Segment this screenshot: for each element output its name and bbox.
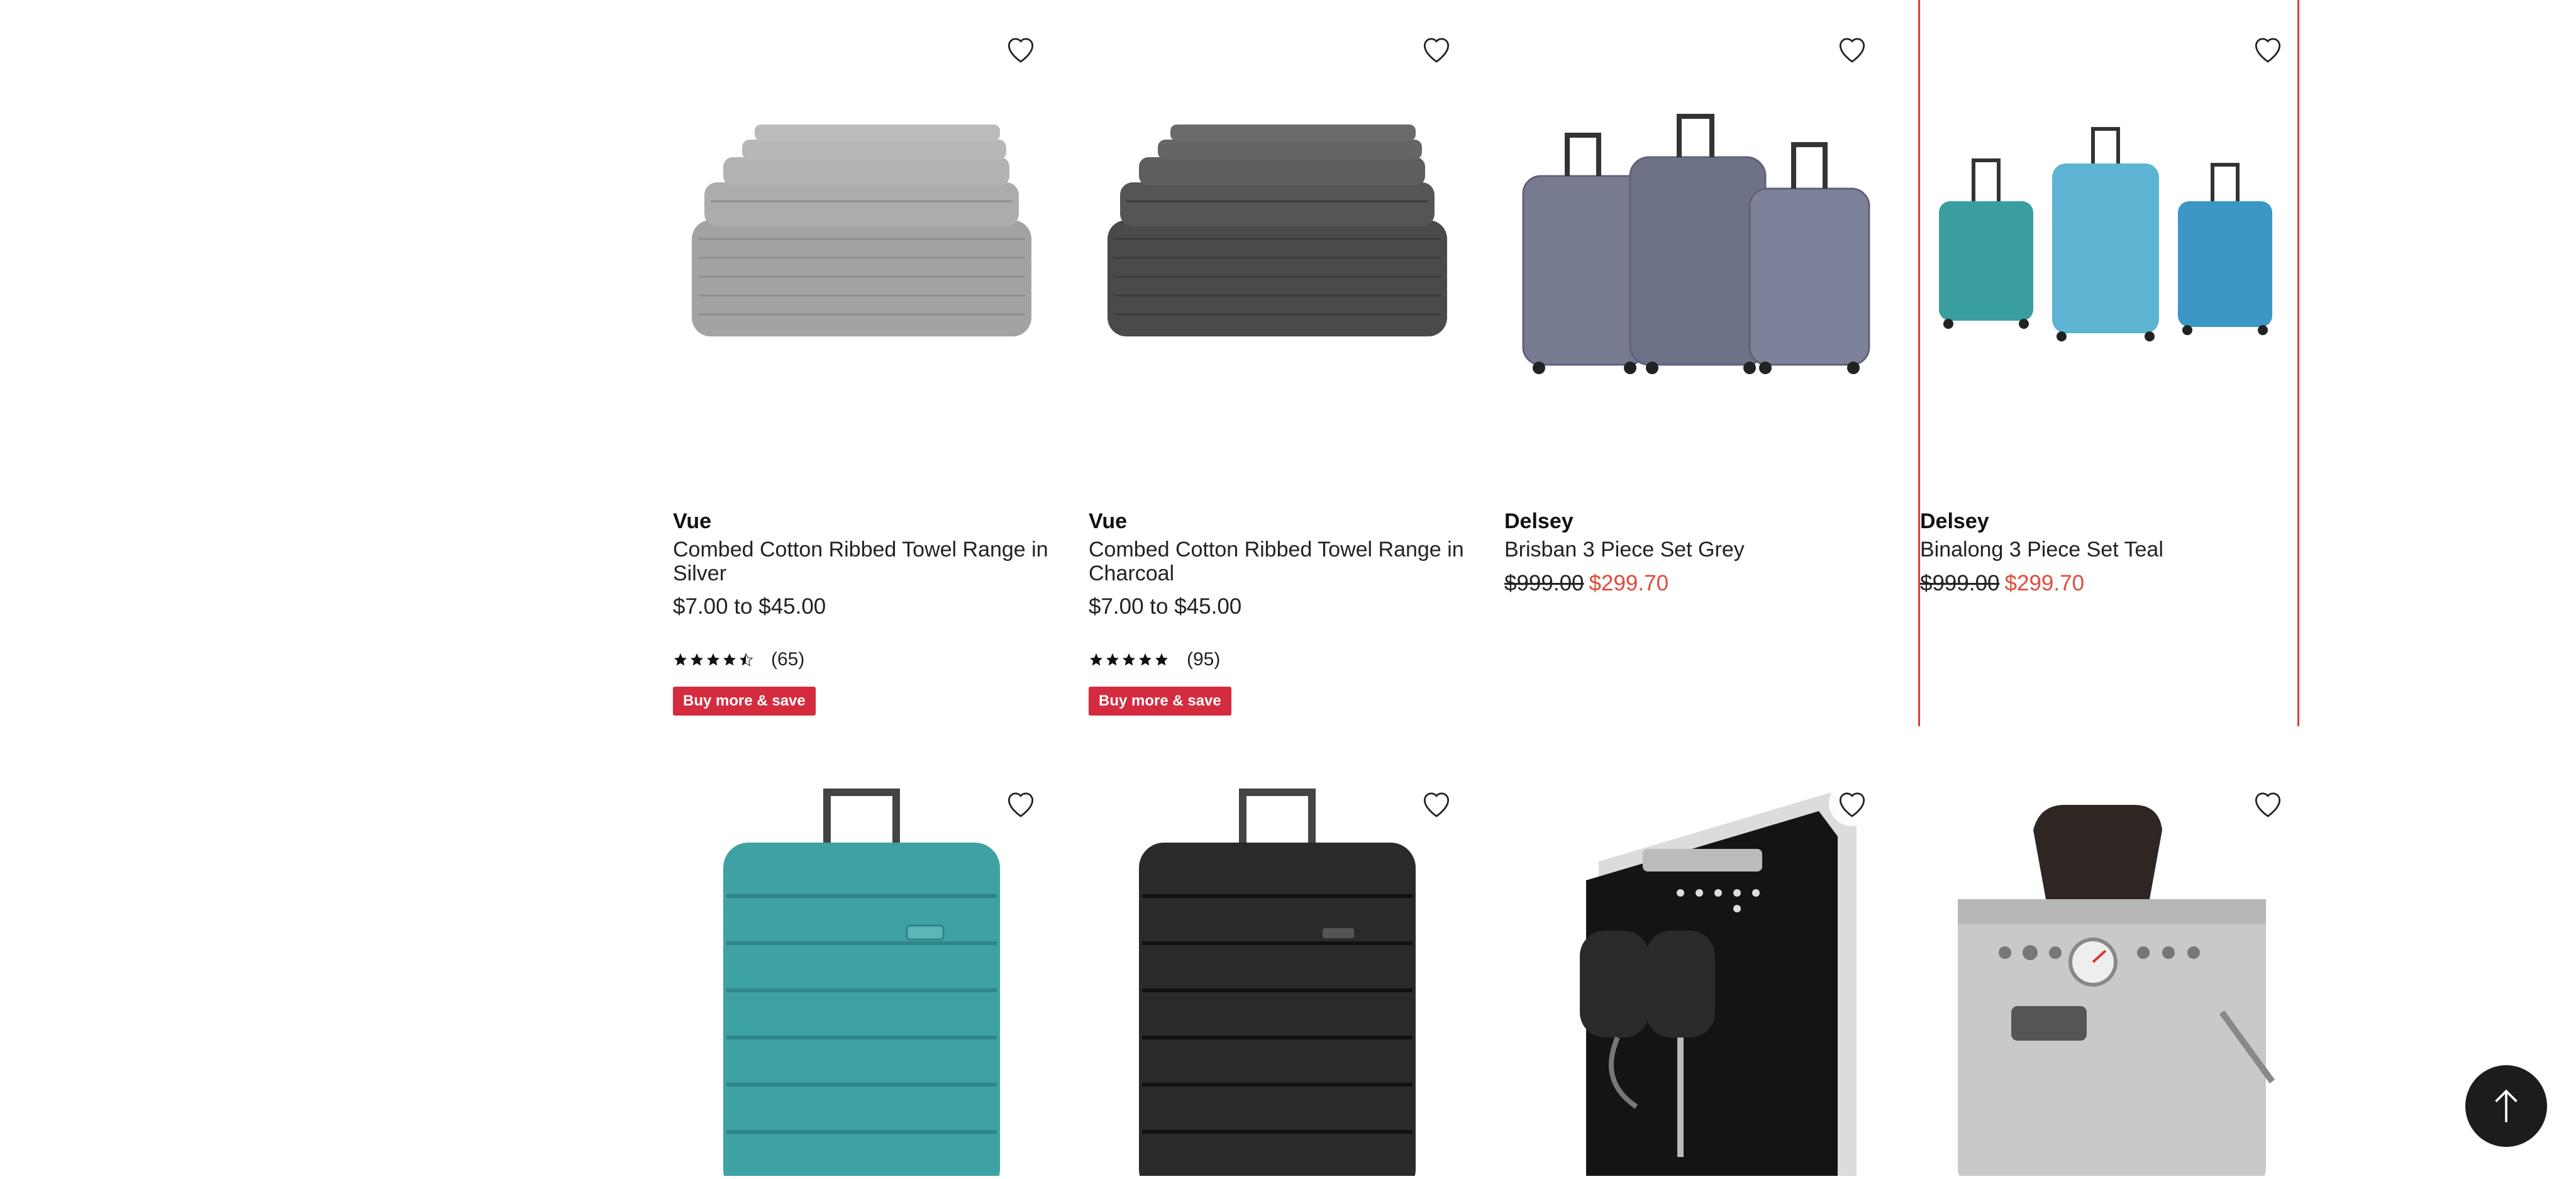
star-icon <box>723 653 736 666</box>
product-rating[interactable]: (95) <box>1089 649 1220 670</box>
product-card-black-suitcase[interactable] <box>1089 755 1466 1179</box>
rating-count: (95) <box>1187 649 1221 670</box>
star-icon <box>1106 653 1119 666</box>
promo-badge: Buy more & save <box>1089 687 1231 716</box>
product-image[interactable] <box>1504 0 1882 465</box>
original-price: $999.00 <box>1920 571 2000 595</box>
product-name[interactable]: Combed Cotton Ribbed Towel Range in Char… <box>1089 538 1466 585</box>
product-card-coffee-machine[interactable] <box>1504 755 1882 1179</box>
half-star-icon <box>740 653 753 667</box>
wishlist-heart-icon[interactable] <box>997 25 1044 72</box>
star-icon <box>691 653 703 666</box>
product-price: $7.00 to $45.00 <box>673 594 826 619</box>
star-icon <box>674 653 687 666</box>
product-name[interactable]: Combed Cotton Ribbed Towel Range in Silv… <box>673 538 1050 585</box>
sale-price: $299.70 <box>1589 571 1669 595</box>
wishlist-heart-icon[interactable] <box>2245 780 2291 826</box>
product-image[interactable] <box>1920 0 2297 465</box>
product-image[interactable] <box>1089 755 1466 1179</box>
product-card-vue-charcoal[interactable]: Vue Combed Cotton Ribbed Towel Range in … <box>1089 0 1466 726</box>
product-brand[interactable]: Vue <box>673 509 711 534</box>
wishlist-heart-icon[interactable] <box>1413 25 1460 72</box>
product-rating[interactable]: (65) <box>673 649 804 670</box>
product-price: $999.00 $299.70 <box>1504 571 1668 596</box>
star-icon <box>1123 653 1135 666</box>
product-image[interactable] <box>1089 0 1466 465</box>
promo-badge: Buy more & save <box>673 687 816 716</box>
product-name[interactable]: Brisban 3 Piece Set Grey <box>1504 538 1882 562</box>
star-icon <box>1090 653 1102 666</box>
sale-price: $299.70 <box>2004 571 2085 595</box>
product-brand[interactable]: Delsey <box>1504 509 1574 534</box>
wishlist-heart-icon[interactable] <box>1829 780 1875 826</box>
rating-count: (65) <box>771 649 805 670</box>
product-price: $7.00 to $45.00 <box>1089 594 1242 619</box>
star-icon <box>1139 653 1152 666</box>
wishlist-heart-icon[interactable] <box>1829 25 1875 72</box>
product-image[interactable] <box>673 0 1050 465</box>
product-brand[interactable]: Delsey <box>1920 509 1989 534</box>
rating-stars <box>673 652 755 667</box>
product-card-vue-silver[interactable]: Vue Combed Cotton Ribbed Towel Range in … <box>673 0 1050 726</box>
star-icon <box>707 653 719 666</box>
rating-stars <box>1089 652 1170 667</box>
product-card-espresso-machine[interactable] <box>1920 755 2297 1179</box>
wishlist-heart-icon[interactable] <box>1413 780 1460 826</box>
product-image[interactable] <box>1920 755 2297 1179</box>
star-icon <box>1155 653 1168 666</box>
arrow-up-icon <box>2495 1089 2518 1122</box>
product-image[interactable] <box>1504 755 1882 1179</box>
product-card-teal-suitcase[interactable] <box>673 755 1050 1179</box>
original-price: $999.00 <box>1504 571 1584 595</box>
product-brand[interactable]: Vue <box>1089 509 1127 534</box>
product-name[interactable]: Binalong 3 Piece Set Teal <box>1920 538 2297 562</box>
product-image[interactable] <box>673 755 1050 1179</box>
back-to-top-button[interactable] <box>2465 1065 2547 1147</box>
product-card-delsey-binalong[interactable]: Delsey Binalong 3 Piece Set Teal $999.00… <box>1918 0 2299 726</box>
product-card-delsey-brisban[interactable]: Delsey Brisban 3 Piece Set Grey $999.00 $… <box>1504 0 1882 726</box>
product-grid: Vue Combed Cotton Ribbed Towel Range in … <box>673 0 2340 1179</box>
product-price: $999.00 $299.70 <box>1920 571 2084 596</box>
wishlist-heart-icon[interactable] <box>2245 25 2291 72</box>
wishlist-heart-icon[interactable] <box>997 780 1044 826</box>
